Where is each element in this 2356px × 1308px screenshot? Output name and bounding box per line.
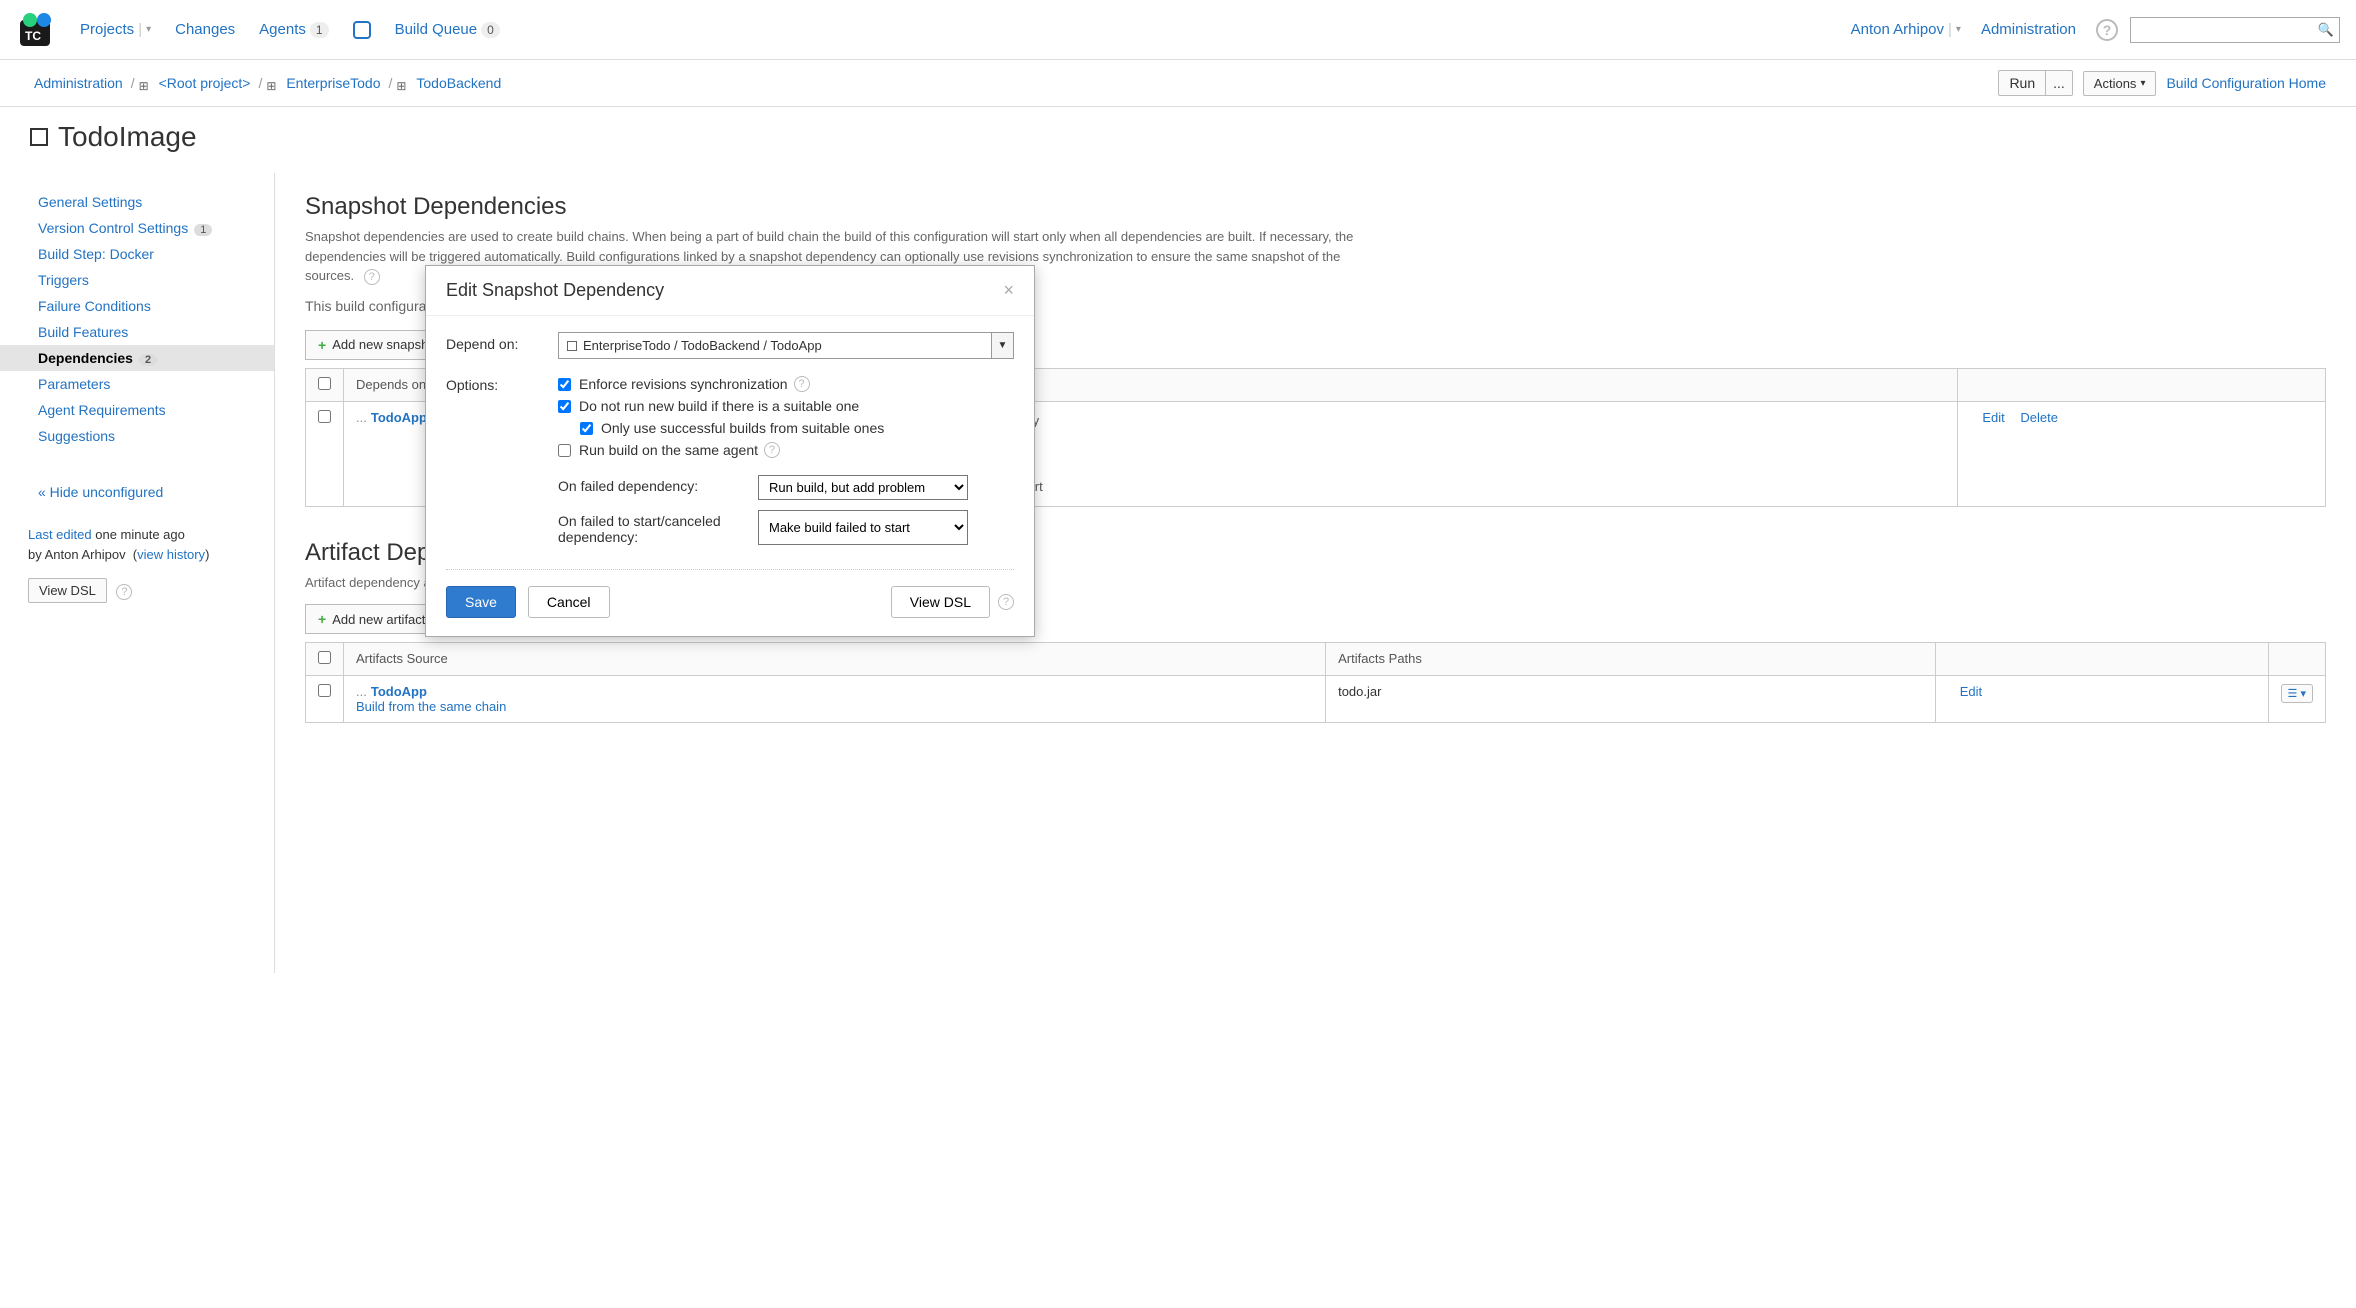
sidebar-item-build-step[interactable]: Build Step: Docker — [0, 241, 274, 267]
depend-on-select[interactable]: EnterpriseTodo / TodoBackend / TodoApp ▼ — [558, 332, 1014, 359]
edit-snapshot-modal: Edit Snapshot Dependency × Depend on: En… — [425, 265, 1035, 637]
on-cancel-select[interactable]: Make build failed to start — [758, 510, 968, 545]
help-icon[interactable]: ? — [764, 442, 780, 458]
select-all-checkbox[interactable] — [318, 377, 331, 390]
on-failed-label: On failed dependency: — [558, 475, 758, 500]
options-label: Options: — [446, 373, 558, 393]
depend-on-label: Depend on: — [446, 332, 558, 352]
artifact-source-link[interactable]: TodoApp — [371, 684, 427, 699]
help-icon[interactable]: ? — [2096, 19, 2118, 41]
sidebar-item-agent-req[interactable]: Agent Requirements — [0, 397, 274, 423]
config-icon — [30, 128, 48, 146]
actions-button[interactable]: Actions ▾ — [2083, 71, 2157, 96]
opt-norun-row[interactable]: Do not run new build if there is a suita… — [558, 395, 1014, 417]
sidebar-item-suggestions[interactable]: Suggestions — [0, 423, 274, 449]
row-checkbox[interactable] — [318, 410, 331, 423]
nav-agents[interactable]: Agents1 — [259, 21, 328, 38]
nav-changes[interactable]: Changes — [175, 21, 235, 38]
ellipsis-icon: ... — [356, 410, 367, 425]
sidebar-item-general[interactable]: General Settings — [0, 189, 274, 215]
help-icon[interactable]: ? — [794, 376, 810, 392]
select-all-checkbox[interactable] — [318, 651, 331, 664]
delete-link[interactable]: Delete — [2020, 410, 2058, 425]
project-icon — [139, 77, 151, 89]
row-checkbox[interactable] — [318, 684, 331, 697]
search-wrapper: 🔍 — [2130, 17, 2340, 43]
table-row: ... TodoApp Build from the same chain tod… — [306, 676, 2326, 723]
project-icon — [396, 77, 408, 89]
run-button[interactable]: Run — [1998, 70, 2045, 96]
edit-link[interactable]: Edit — [1982, 410, 2004, 425]
view-history-link[interactable]: view history — [137, 547, 205, 562]
edit-link[interactable]: Edit — [1960, 684, 1982, 699]
opt-success-row[interactable]: Only use successful builds from suitable… — [580, 417, 1014, 439]
crumb-separator: / — [389, 75, 393, 91]
sidebar-item-vcs[interactable]: Version Control Settings1 — [0, 215, 274, 241]
help-icon[interactable]: ? — [364, 269, 380, 285]
artifact-table: Artifacts Source Artifacts Paths ... Todo… — [305, 642, 2326, 723]
col-artifacts-source: Artifacts Source — [344, 643, 1326, 676]
nav-toggle-icon[interactable] — [353, 21, 371, 39]
dependency-link[interactable]: TodoApp — [371, 410, 427, 425]
sidebar-item-parameters[interactable]: Parameters — [0, 371, 274, 397]
ellipsis-icon: ... — [356, 684, 367, 699]
opt-success-checkbox[interactable] — [580, 422, 593, 435]
save-button[interactable]: Save — [446, 586, 516, 618]
page-title: TodoImage — [30, 121, 2326, 153]
nav-build-queue[interactable]: Build Queue0 — [395, 21, 500, 38]
cancel-button[interactable]: Cancel — [528, 586, 610, 618]
sidebar-hide-unconfigured[interactable]: « Hide unconfigured — [0, 479, 274, 505]
reorder-icon[interactable]: ☰ ▾ — [2281, 684, 2313, 703]
on-cancel-label: On failed to start/canceled dependency: — [558, 510, 758, 545]
same-chain-link[interactable]: Build from the same chain — [356, 699, 506, 714]
chevron-down-icon: ▼ — [991, 333, 1013, 358]
opt-enforce-row[interactable]: Enforce revisions synchronization ? — [558, 373, 1014, 395]
sidebar: General Settings Version Control Setting… — [0, 173, 275, 973]
help-icon[interactable]: ? — [116, 584, 132, 600]
config-icon — [567, 341, 577, 351]
plus-icon: + — [318, 611, 326, 627]
sidebar-item-features[interactable]: Build Features — [0, 319, 274, 345]
last-edited-link[interactable]: Last edited — [28, 527, 92, 542]
modal-title: Edit Snapshot Dependency — [446, 280, 664, 301]
run-button-group: Run ... — [1998, 70, 2072, 96]
crumb-separator: / — [258, 75, 262, 91]
nav-projects[interactable]: Projects |▾ — [80, 21, 151, 38]
opt-sameagent-checkbox[interactable] — [558, 444, 571, 457]
opt-sameagent-row[interactable]: Run build on the same agent ? — [558, 439, 1014, 461]
last-edited-meta: Last edited one minute ago by Anton Arhi… — [28, 525, 246, 564]
crumb-separator: / — [131, 75, 135, 91]
breadcrumb-bar: Administration / <Root project> / Enterp… — [0, 60, 2356, 107]
view-dsl-button[interactable]: View DSL — [28, 578, 107, 603]
svg-text:TC: TC — [25, 29, 41, 43]
project-icon — [266, 77, 278, 89]
crumb-project[interactable]: EnterpriseTodo — [286, 75, 380, 91]
nav-user[interactable]: Anton Arhipov |▾ — [1851, 21, 1961, 38]
snapshot-title: Snapshot Dependencies — [305, 193, 2326, 221]
sidebar-nav: General Settings Version Control Setting… — [0, 189, 274, 505]
opt-enforce-checkbox[interactable] — [558, 378, 571, 391]
artifact-path: todo.jar — [1326, 676, 1936, 723]
crumb-root[interactable]: <Root project> — [159, 75, 251, 91]
nav-administration[interactable]: Administration — [1981, 21, 2076, 38]
help-icon[interactable]: ? — [998, 594, 1014, 610]
search-input[interactable] — [2130, 17, 2340, 43]
run-dropdown[interactable]: ... — [2045, 70, 2073, 96]
on-failed-select[interactable]: Run build, but add problem — [758, 475, 968, 500]
view-dsl-button[interactable]: View DSL — [891, 586, 990, 618]
opt-norun-checkbox[interactable] — [558, 400, 571, 413]
page-title-row: TodoImage — [0, 107, 2356, 173]
build-config-home-link[interactable]: Build Configuration Home — [2166, 75, 2326, 91]
sidebar-item-triggers[interactable]: Triggers — [0, 267, 274, 293]
crumb-subproject[interactable]: TodoBackend — [416, 75, 501, 91]
sidebar-item-dependencies[interactable]: Dependencies2 — [0, 345, 274, 371]
teamcity-logo[interactable]: TC — [16, 10, 56, 50]
sidebar-item-failure[interactable]: Failure Conditions — [0, 293, 274, 319]
close-icon[interactable]: × — [1003, 280, 1014, 301]
search-icon: 🔍 — [2318, 22, 2334, 38]
crumb-administration[interactable]: Administration — [34, 75, 123, 91]
top-header: TC Projects |▾ Changes Agents1 Build Que… — [0, 0, 2356, 60]
col-artifacts-paths: Artifacts Paths — [1326, 643, 1936, 676]
plus-icon: + — [318, 337, 326, 353]
